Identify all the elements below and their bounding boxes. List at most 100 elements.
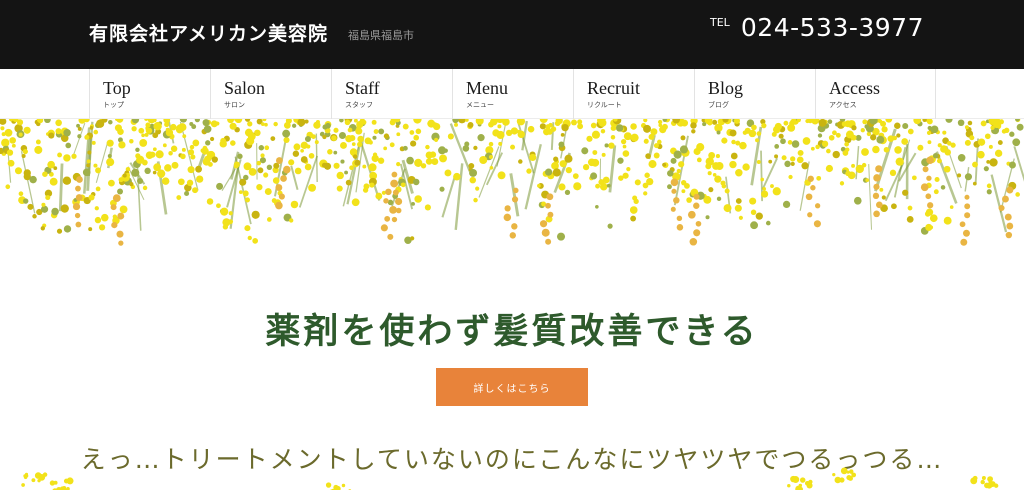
mimosa-sprig [813,220,821,228]
mimosa-blossom [264,122,268,127]
mimosa-blossom [56,228,63,234]
mimosa-blossom [264,145,270,151]
nav-item-access[interactable]: Access アクセス [815,69,936,119]
mimosa-sprig [1004,213,1012,221]
mimosa-sprig [74,212,81,219]
mimosa-blossom [141,133,145,138]
mimosa-blossom [708,151,716,159]
mimosa-blossom [876,135,885,144]
mimosa-blossom [945,119,953,123]
mimosa-blossom [262,119,267,122]
mimosa-sprig [116,230,124,238]
nav-item-recruit[interactable]: Recruit リクルート [573,69,694,119]
mimosa-blossom [230,140,236,146]
mimosa-blossom [667,184,672,190]
mimosa-sprig [110,204,117,211]
mimosa-sprig [278,193,285,200]
mimosa-blossom [620,139,627,145]
mimosa-blossom [881,195,886,200]
mimosa-blossom [49,177,58,186]
mimosa-sprig [275,157,283,164]
mimosa-sprig [670,206,676,212]
nav-item-staff[interactable]: Staff スタッフ [331,69,452,119]
mimosa-blossom [383,133,390,139]
mimosa-sprig [807,212,813,218]
mimosa-blossom [702,122,707,127]
mimosa-blossom [860,128,865,133]
mimosa-blossom [138,127,145,134]
mimosa-blossom [980,120,987,127]
mimosa-blossom [696,157,702,163]
mimosa-blossom [926,119,933,125]
mimosa-blossom [772,125,781,134]
site-logo[interactable]: 有限会社アメリカン美容院 [89,19,328,46]
mimosa-blossom [590,172,598,180]
mimosa-sprig [1006,186,1014,194]
mimosa-blossom [42,171,48,177]
mimosa-sprig [676,224,684,231]
mimosa-blossom [601,152,606,157]
mimosa-sprig [873,174,881,182]
mimosa-blossom [152,170,157,175]
mimosa-blossom [288,218,294,223]
mimosa-blossom [129,181,134,187]
mimosa-blossom [71,153,77,159]
mimosa-blossom [162,143,167,148]
nav-item-salon[interactable]: Salon サロン [210,69,331,119]
mimosa-blossom [790,119,795,124]
mimosa-blossom [27,203,34,210]
mimosa-blossom [1,138,10,147]
mimosa-blossom [880,120,887,127]
mimosa-blossom [623,132,632,141]
mimosa-blossom [18,132,23,137]
mimosa-sprig [964,194,970,200]
mimosa-sprig [117,212,125,220]
mimosa-blossom [239,178,247,186]
mimosa-sprig [964,203,971,210]
mimosa-blossom [561,123,569,132]
mimosa-blossom [131,168,140,177]
mimosa-blossom [816,175,822,181]
mimosa-blossom [243,162,252,171]
mimosa-blossom [234,119,243,124]
phone-link[interactable]: TEL 024-533-3977 [710,13,924,42]
mimosa-blossom [266,164,273,170]
nav-item-blog[interactable]: Blog ブログ [694,69,815,119]
mimosa-blossom [907,128,914,135]
mimosa-blossom [644,172,650,178]
mimosa-sprig [959,221,966,228]
mimosa-blossom [731,139,736,145]
mimosa-sprig [513,187,519,194]
mimosa-blossom [558,183,566,191]
mimosa-blossom [311,134,316,139]
mimosa-blossom [840,467,848,475]
mimosa-sprig [693,229,701,237]
mimosa-blossom [131,126,137,132]
mimosa-blossom [662,162,667,167]
mimosa-sprig [872,192,880,199]
mimosa-blossom [676,168,681,174]
mimosa-blossom [604,143,609,148]
nav-item-sublabel: リクルート [587,101,622,109]
mimosa-blossom [164,164,172,172]
mimosa-blossom [956,173,962,178]
mimosa-blossom [902,122,909,129]
mimosa-sprig [964,212,971,219]
mimosa-blossom [88,227,93,232]
mimosa-blossom [327,149,333,155]
mimosa-leaf [868,164,873,230]
mimosa-blossom [617,157,624,164]
details-button[interactable]: 詳しくはこちら [436,368,588,406]
mimosa-blossom [189,121,194,126]
mimosa-blossom [861,148,869,156]
mimosa-blossom [606,183,611,188]
mimosa-blossom [77,126,82,131]
mimosa-blossom [340,159,345,164]
nav-item-top[interactable]: Top トップ [89,69,210,119]
mimosa-blossom [872,145,880,154]
mimosa-blossom [1015,192,1020,197]
mimosa-blossom [558,141,565,148]
nav-item-label: Menu [466,78,508,98]
nav-item-menu[interactable]: Menu メニュー [452,69,573,119]
mimosa-blossom [760,177,765,182]
